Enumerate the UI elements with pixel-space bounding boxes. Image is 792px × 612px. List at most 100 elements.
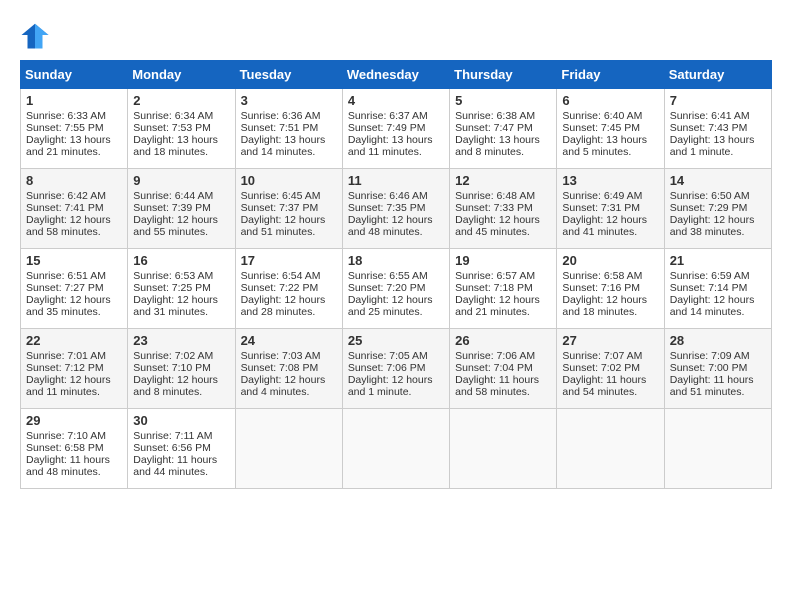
- day-info: Sunrise: 7:05 AM: [348, 350, 444, 362]
- calendar-cell: 14Sunrise: 6:50 AMSunset: 7:29 PMDayligh…: [664, 169, 771, 249]
- day-info: Daylight: 13 hours: [241, 134, 337, 146]
- day-number: 23: [133, 333, 229, 348]
- day-info: Daylight: 12 hours: [241, 294, 337, 306]
- day-info: Daylight: 12 hours: [241, 374, 337, 386]
- day-info: Sunrise: 7:07 AM: [562, 350, 658, 362]
- calendar-cell: 30Sunrise: 7:11 AMSunset: 6:56 PMDayligh…: [128, 409, 235, 489]
- day-info: Daylight: 12 hours: [455, 294, 551, 306]
- day-number: 17: [241, 253, 337, 268]
- calendar-cell: 4Sunrise: 6:37 AMSunset: 7:49 PMDaylight…: [342, 89, 449, 169]
- day-info: Daylight: 12 hours: [26, 214, 122, 226]
- week-row-4: 22Sunrise: 7:01 AMSunset: 7:12 PMDayligh…: [21, 329, 772, 409]
- logo: [20, 20, 56, 50]
- day-number: 4: [348, 93, 444, 108]
- day-info: Daylight: 12 hours: [670, 214, 766, 226]
- day-info: Sunset: 7:12 PM: [26, 362, 122, 374]
- day-info: Daylight: 11 hours: [455, 374, 551, 386]
- calendar-cell: 26Sunrise: 7:06 AMSunset: 7:04 PMDayligh…: [450, 329, 557, 409]
- day-info: Sunrise: 6:33 AM: [26, 110, 122, 122]
- day-info: and 35 minutes.: [26, 306, 122, 318]
- calendar-cell: [450, 409, 557, 489]
- day-info: and 8 minutes.: [133, 386, 229, 398]
- header-cell-monday: Monday: [128, 61, 235, 89]
- day-info: and 14 minutes.: [241, 146, 337, 158]
- day-info: Daylight: 13 hours: [348, 134, 444, 146]
- day-info: Sunrise: 6:57 AM: [455, 270, 551, 282]
- day-info: Daylight: 12 hours: [348, 294, 444, 306]
- day-info: Sunrise: 6:34 AM: [133, 110, 229, 122]
- day-info: Sunrise: 6:59 AM: [670, 270, 766, 282]
- day-info: and 45 minutes.: [455, 226, 551, 238]
- calendar-cell: 27Sunrise: 7:07 AMSunset: 7:02 PMDayligh…: [557, 329, 664, 409]
- header-cell-saturday: Saturday: [664, 61, 771, 89]
- header-cell-friday: Friday: [557, 61, 664, 89]
- calendar-cell: 1Sunrise: 6:33 AMSunset: 7:55 PMDaylight…: [21, 89, 128, 169]
- day-info: Daylight: 11 hours: [133, 454, 229, 466]
- calendar-cell: 7Sunrise: 6:41 AMSunset: 7:43 PMDaylight…: [664, 89, 771, 169]
- week-row-2: 8Sunrise: 6:42 AMSunset: 7:41 PMDaylight…: [21, 169, 772, 249]
- day-number: 30: [133, 413, 229, 428]
- day-info: and 18 minutes.: [133, 146, 229, 158]
- day-info: Sunrise: 6:49 AM: [562, 190, 658, 202]
- day-info: Daylight: 13 hours: [670, 134, 766, 146]
- day-info: Sunset: 7:20 PM: [348, 282, 444, 294]
- day-info: Daylight: 12 hours: [133, 294, 229, 306]
- day-info: Sunset: 7:31 PM: [562, 202, 658, 214]
- calendar-cell: 28Sunrise: 7:09 AMSunset: 7:00 PMDayligh…: [664, 329, 771, 409]
- day-info: and 55 minutes.: [133, 226, 229, 238]
- day-info: Daylight: 12 hours: [133, 214, 229, 226]
- day-info: Daylight: 11 hours: [670, 374, 766, 386]
- day-info: and 54 minutes.: [562, 386, 658, 398]
- day-number: 2: [133, 93, 229, 108]
- day-info: and 58 minutes.: [455, 386, 551, 398]
- day-info: Daylight: 12 hours: [670, 294, 766, 306]
- calendar-cell: 6Sunrise: 6:40 AMSunset: 7:45 PMDaylight…: [557, 89, 664, 169]
- day-info: Daylight: 12 hours: [455, 214, 551, 226]
- day-info: Sunrise: 7:09 AM: [670, 350, 766, 362]
- day-info: and 18 minutes.: [562, 306, 658, 318]
- day-number: 3: [241, 93, 337, 108]
- calendar-cell: 13Sunrise: 6:49 AMSunset: 7:31 PMDayligh…: [557, 169, 664, 249]
- week-row-5: 29Sunrise: 7:10 AMSunset: 6:58 PMDayligh…: [21, 409, 772, 489]
- day-info: Daylight: 12 hours: [348, 214, 444, 226]
- day-info: and 5 minutes.: [562, 146, 658, 158]
- day-info: Sunrise: 6:36 AM: [241, 110, 337, 122]
- day-info: and 58 minutes.: [26, 226, 122, 238]
- calendar-cell: 18 Sunrise: 6:55 AMSunset: 7:20 PMDayligh…: [342, 249, 449, 329]
- calendar-cell: 25Sunrise: 7:05 AMSunset: 7:06 PMDayligh…: [342, 329, 449, 409]
- calendar-cell: [557, 409, 664, 489]
- day-info: Sunrise: 6:51 AM: [26, 270, 122, 282]
- day-info: and 31 minutes.: [133, 306, 229, 318]
- day-number: 18: [348, 253, 444, 268]
- day-info: Daylight: 12 hours: [26, 374, 122, 386]
- calendar-cell: 5Sunrise: 6:38 AMSunset: 7:47 PMDaylight…: [450, 89, 557, 169]
- day-info: and 11 minutes.: [348, 146, 444, 158]
- day-info: Sunrise: 6:55 AM: [348, 270, 444, 282]
- day-info: Sunset: 7:06 PM: [348, 362, 444, 374]
- calendar-cell: [664, 409, 771, 489]
- day-number: 7: [670, 93, 766, 108]
- day-info: Sunset: 7:27 PM: [26, 282, 122, 294]
- day-number: 9: [133, 173, 229, 188]
- day-info: and 28 minutes.: [241, 306, 337, 318]
- day-info: Daylight: 12 hours: [133, 374, 229, 386]
- day-info: Daylight: 11 hours: [562, 374, 658, 386]
- day-info: Sunset: 7:14 PM: [670, 282, 766, 294]
- calendar-cell: 24Sunrise: 7:03 AMSunset: 7:08 PMDayligh…: [235, 329, 342, 409]
- day-info: Sunrise: 6:58 AM: [562, 270, 658, 282]
- day-info: and 51 minutes.: [241, 226, 337, 238]
- day-info: Sunrise: 6:38 AM: [455, 110, 551, 122]
- day-number: 21: [670, 253, 766, 268]
- day-info: Sunset: 7:37 PM: [241, 202, 337, 214]
- day-number: 24: [241, 333, 337, 348]
- day-info: Sunset: 7:02 PM: [562, 362, 658, 374]
- day-info: and 48 minutes.: [348, 226, 444, 238]
- day-info: Sunset: 7:47 PM: [455, 122, 551, 134]
- day-info: Sunrise: 6:54 AM: [241, 270, 337, 282]
- day-info: Daylight: 12 hours: [562, 214, 658, 226]
- header-cell-thursday: Thursday: [450, 61, 557, 89]
- day-info: and 48 minutes.: [26, 466, 122, 478]
- day-info: Sunset: 7:43 PM: [670, 122, 766, 134]
- day-number: 20: [562, 253, 658, 268]
- day-info: and 14 minutes.: [670, 306, 766, 318]
